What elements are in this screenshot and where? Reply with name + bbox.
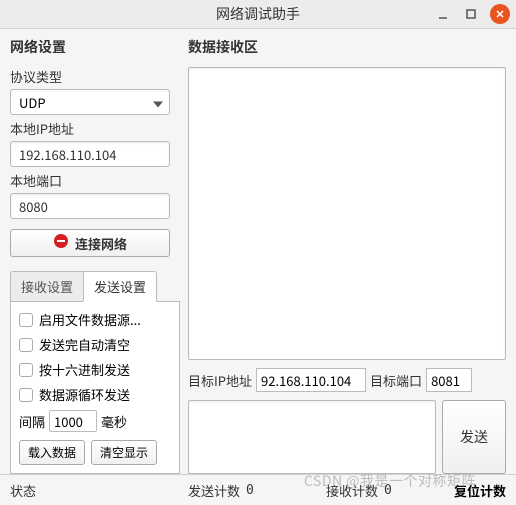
local-port-input[interactable] <box>10 193 170 219</box>
chevron-down-icon <box>153 93 163 112</box>
minimize-button[interactable] <box>434 5 452 23</box>
target-port-label: 目标端口 <box>370 371 422 390</box>
interval-row: 间隔 毫秒 <box>19 410 171 432</box>
left-panel: 网络设置 协议类型 UDP 本地IP地址 本地端口 连接网络 接收设置 发送设置 <box>10 37 180 474</box>
target-ip-input[interactable] <box>256 368 366 392</box>
status-send-count: 发送计数 0 <box>188 481 318 500</box>
recv-count-label: 接收计数 <box>326 481 378 500</box>
local-port-label: 本地端口 <box>10 171 180 190</box>
checkbox-icon <box>19 363 33 377</box>
send-settings-buttons: 载入数据 清空显示 <box>19 440 171 465</box>
protocol-select[interactable]: UDP <box>10 89 170 115</box>
target-port-input[interactable] <box>426 368 472 392</box>
status-bar: 状态 发送计数 0 接收计数 0 复位计数 <box>0 474 516 505</box>
opt-hex-send-label: 按十六进制发送 <box>39 360 130 379</box>
content-area: 网络设置 协议类型 UDP 本地IP地址 本地端口 连接网络 接收设置 发送设置 <box>0 29 516 474</box>
close-button[interactable] <box>490 4 510 24</box>
local-ip-input[interactable] <box>10 141 170 167</box>
checkbox-icon <box>19 338 33 352</box>
opt-auto-clear-label: 发送完自动清空 <box>39 335 130 354</box>
opt-auto-clear[interactable]: 发送完自动清空 <box>19 335 171 354</box>
recv-area-title: 数据接收区 <box>188 37 506 57</box>
send-settings-panel: 启用文件数据源... 发送完自动清空 按十六进制发送 数据源循环发送 间隔 <box>10 301 180 474</box>
opt-file-source-label: 启用文件数据源... <box>39 310 141 329</box>
interval-input[interactable] <box>49 410 97 432</box>
network-section-title: 网络设置 <box>10 37 180 57</box>
send-textarea[interactable] <box>188 400 436 474</box>
status-state: 状态 <box>10 481 180 500</box>
checkbox-icon <box>19 388 33 402</box>
target-row: 目标IP地址 目标端口 <box>188 368 506 392</box>
right-panel: 数据接收区 目标IP地址 目标端口 发送 <box>188 37 506 474</box>
settings-tabs: 接收设置 发送设置 <box>10 271 180 302</box>
protocol-label: 协议类型 <box>10 67 180 86</box>
opt-hex-send[interactable]: 按十六进制发送 <box>19 360 171 379</box>
opt-file-source[interactable]: 启用文件数据源... <box>19 310 171 329</box>
load-data-button[interactable]: 载入数据 <box>19 440 85 465</box>
interval-suffix: 毫秒 <box>101 412 127 431</box>
window-title: 网络调试助手 <box>216 4 300 24</box>
interval-prefix: 间隔 <box>19 412 45 431</box>
status-recv-count: 接收计数 0 <box>326 481 436 500</box>
recv-count-value: 0 <box>384 483 392 498</box>
send-button[interactable]: 发送 <box>442 400 506 474</box>
send-count-value: 0 <box>246 483 254 498</box>
recv-textarea[interactable] <box>188 67 506 360</box>
tab-send-settings[interactable]: 发送设置 <box>83 271 157 302</box>
app-window: 网络调试助手 网络设置 协议类型 UDP 本地IP地址 本地端口 连接网络 <box>0 0 516 505</box>
local-ip-label: 本地IP地址 <box>10 119 180 138</box>
tab-recv-settings[interactable]: 接收设置 <box>10 271 83 302</box>
connect-label: 连接网络 <box>75 234 127 253</box>
opt-loop-send[interactable]: 数据源循环发送 <box>19 385 171 404</box>
send-row: 发送 <box>188 400 506 474</box>
opt-loop-send-label: 数据源循环发送 <box>39 385 130 404</box>
send-count-label: 发送计数 <box>188 481 240 500</box>
target-ip-label: 目标IP地址 <box>188 371 252 390</box>
window-controls <box>434 4 510 24</box>
clear-display-button[interactable]: 清空显示 <box>91 440 157 465</box>
title-bar: 网络调试助手 <box>0 0 516 29</box>
reset-count-button[interactable]: 复位计数 <box>454 481 506 500</box>
checkbox-icon <box>19 313 33 327</box>
stop-icon <box>53 233 69 253</box>
connect-button[interactable]: 连接网络 <box>10 229 170 257</box>
status-state-label: 状态 <box>10 481 36 500</box>
maximize-button[interactable] <box>462 5 480 23</box>
protocol-value: UDP <box>19 93 46 112</box>
